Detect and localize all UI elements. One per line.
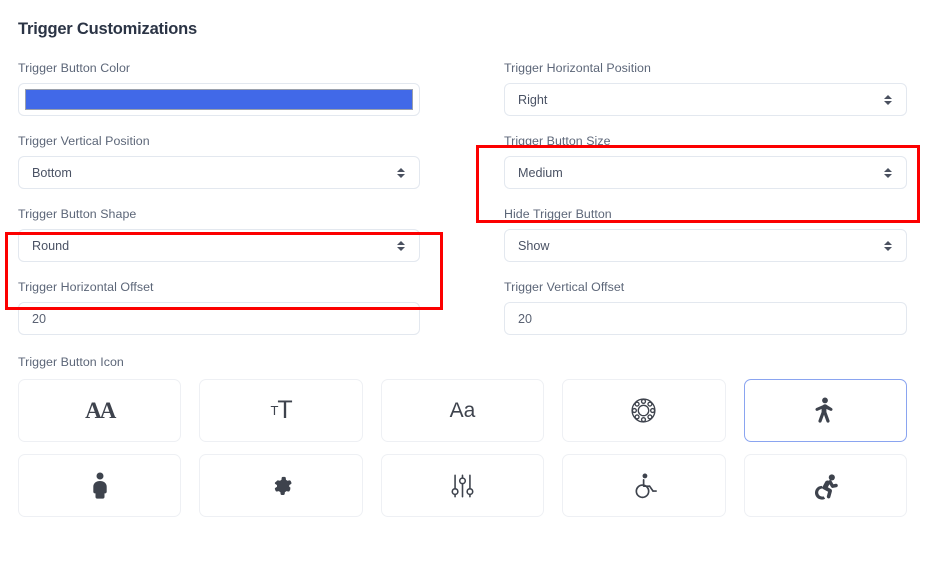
aa-sans-icon: Aa [449,399,476,422]
icon-tile-settings-gear[interactable] [199,454,363,517]
trigger-horizontal-position-select[interactable]: Right [504,83,907,116]
trigger-vertical-offset-input[interactable]: 20 [504,302,907,335]
wheelchair-icon [630,472,658,500]
small-t-big-t-icon: TT [270,396,292,424]
serif-double-a-icon: AA [85,398,116,423]
settings-grid: Trigger Button Color Trigger Horizontal … [18,61,907,353]
accessibility-person-icon [812,397,838,425]
field-hide-trigger-button: Hide Trigger Button Show [504,207,907,262]
person-solid-icon [89,472,111,499]
trigger-horizontal-position-value: Right [518,92,548,107]
label-trigger-horizontal-position: Trigger Horizontal Position [504,61,651,75]
accessibility-wheel-icon [630,397,657,424]
icon-tile-wheelchair-motion[interactable] [743,454,907,517]
field-trigger-button-size: Trigger Button Size Medium [504,134,907,189]
chevron-updown-icon [396,166,406,180]
trigger-button-size-value: Medium [518,165,563,180]
label-trigger-vertical-position: Trigger Vertical Position [18,134,150,148]
chevron-updown-icon [883,93,893,107]
trigger-vertical-offset-value: 20 [518,311,533,326]
hide-trigger-button-select[interactable]: Show [504,229,907,262]
icon-tile-person-solid[interactable] [18,454,182,517]
field-trigger-vertical-offset: Trigger Vertical Offset 20 [504,280,907,335]
hide-trigger-button-value: Show [518,238,550,253]
icon-tile-adjustment-sliders[interactable] [380,454,545,517]
trigger-vertical-position-value: Bottom [32,165,72,180]
trigger-button-size-select[interactable]: Medium [504,156,907,189]
sliders-icon [450,473,475,499]
icon-tile-accessibility-person[interactable] [743,379,907,442]
trigger-customizations-panel: Trigger Customizations Trigger Button Co… [0,0,925,581]
field-trigger-vertical-position: Trigger Vertical Position Bottom [18,134,420,189]
icon-tile-wheelchair[interactable] [562,454,726,517]
chevron-updown-icon [883,239,893,253]
trigger-button-icon-section: Trigger Button Icon AA TT Aa [18,355,907,517]
gear-icon [268,473,294,499]
trigger-button-color-picker[interactable] [18,83,420,116]
wheelchair-motion-icon [811,472,839,500]
chevron-updown-icon [883,166,893,180]
trigger-button-shape-select[interactable]: Round [18,229,420,262]
color-swatch[interactable] [25,89,413,110]
label-trigger-button-icon: Trigger Button Icon [18,355,124,369]
label-trigger-vertical-offset: Trigger Vertical Offset [504,280,625,294]
trigger-horizontal-offset-value: 20 [32,311,47,326]
icon-tile-text-size[interactable]: TT [199,379,363,442]
trigger-button-shape-value: Round [32,238,70,253]
field-trigger-horizontal-offset: Trigger Horizontal Offset 20 [18,280,420,335]
field-trigger-button-shape: Trigger Button Shape Round [18,207,420,262]
chevron-updown-icon [396,239,406,253]
field-trigger-button-color: Trigger Button Color [18,61,420,116]
label-trigger-horizontal-offset: Trigger Horizontal Offset [18,280,154,294]
trigger-horizontal-offset-input[interactable]: 20 [18,302,420,335]
icon-tile-double-a-serif[interactable]: AA [18,379,182,442]
trigger-button-icon-grid: AA TT Aa [18,379,907,517]
field-trigger-horizontal-position: Trigger Horizontal Position Right [504,61,907,116]
label-trigger-button-color: Trigger Button Color [18,61,131,75]
label-trigger-button-shape: Trigger Button Shape [18,207,137,221]
label-hide-trigger-button: Hide Trigger Button [504,207,612,221]
icon-tile-aa-sans[interactable]: Aa [380,379,545,442]
page-title: Trigger Customizations [18,20,197,38]
icon-tile-accessibility-wheel[interactable] [562,379,726,442]
trigger-vertical-position-select[interactable]: Bottom [18,156,420,189]
label-trigger-button-size: Trigger Button Size [504,134,611,148]
